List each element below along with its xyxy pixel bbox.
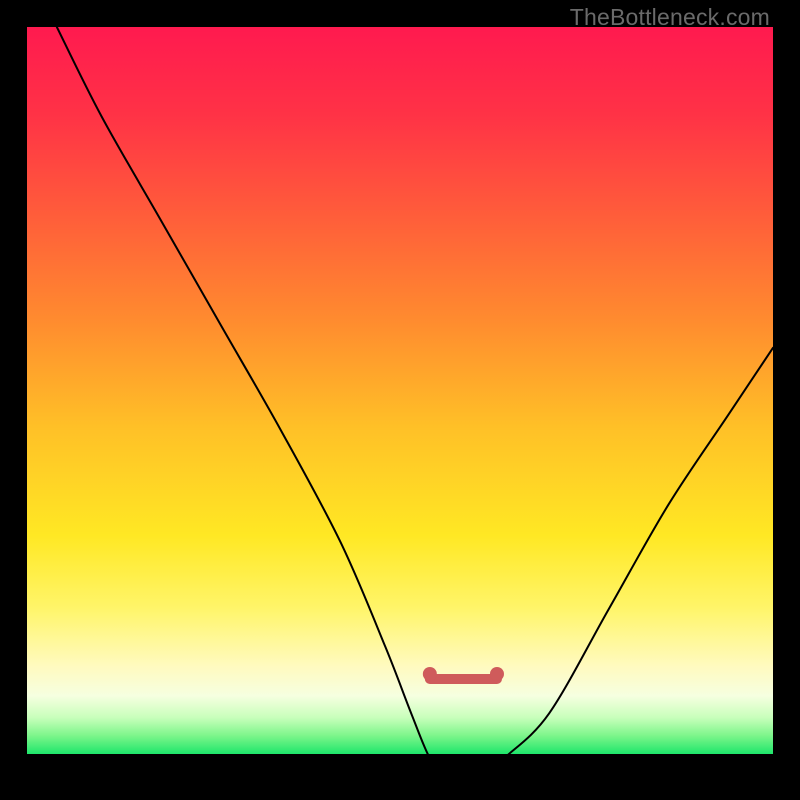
plot-area <box>27 27 773 773</box>
bottleneck-curve <box>57 27 773 773</box>
chart-frame: TheBottleneck.com <box>0 0 800 800</box>
chart-svg <box>27 27 773 773</box>
marker-right <box>490 667 504 681</box>
marker-left <box>423 667 437 681</box>
watermark-text: TheBottleneck.com <box>570 4 770 31</box>
